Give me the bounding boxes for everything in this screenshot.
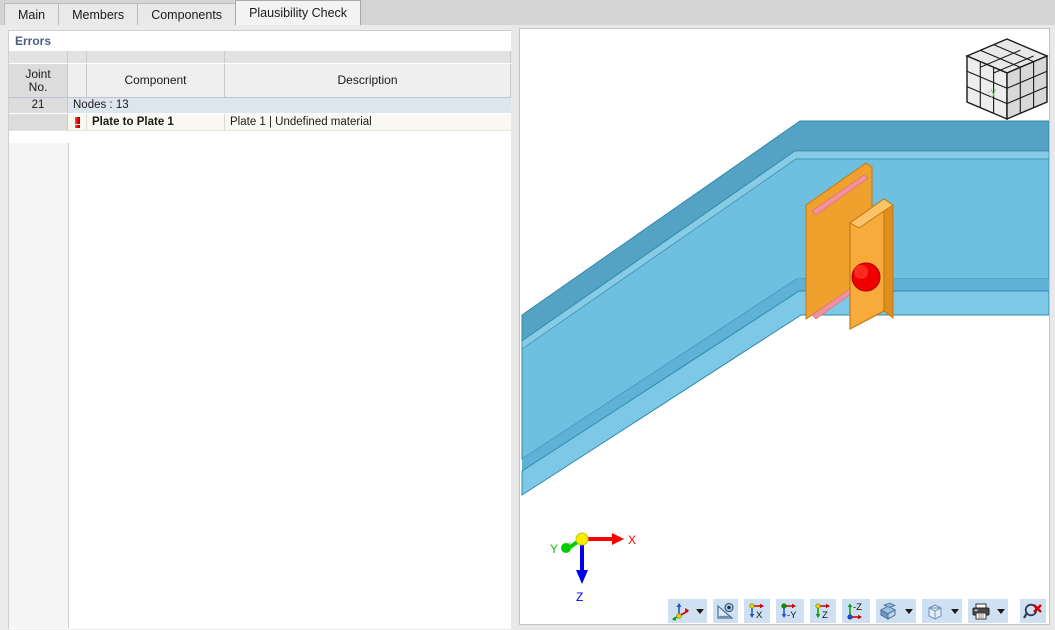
view-direction-x-button[interactable]: X: [744, 599, 770, 623]
axis-x-arrow: [612, 533, 624, 545]
zoom-reset-group: [1020, 599, 1046, 623]
column-header-joint-no-line1: Joint: [25, 66, 51, 81]
print-button[interactable]: [968, 599, 994, 623]
zoom-reset-icon: [1023, 603, 1042, 619]
node-error-marker-highlight: [854, 265, 868, 279]
column-header-joint-no-line2: No.: [28, 79, 48, 94]
resize-handle-description[interactable]: [225, 51, 511, 63]
view-angle-icon: [717, 602, 734, 619]
plate-edge-thickness: [883, 198, 894, 320]
model-viewport-3d[interactable]: -y X Y Z: [519, 28, 1050, 625]
svg-text:Z: Z: [822, 610, 828, 621]
steel-beam-model: [521, 120, 1049, 496]
errors-table: Joint No. Component Description 21 Nodes…: [8, 51, 511, 629]
print-dropdown-caret[interactable]: [994, 599, 1008, 623]
wireframe-button[interactable]: [922, 599, 948, 623]
column-header-icon[interactable]: [68, 64, 87, 97]
empty-joint-column-fill: [9, 143, 69, 628]
coordinate-system-dropdown-caret[interactable]: [693, 599, 707, 623]
print-icon: [972, 603, 990, 619]
view-angle-button[interactable]: [713, 599, 738, 623]
application-window: Main Members Components Plausibility Che…: [0, 0, 1055, 630]
resize-handle-joint[interactable]: [9, 51, 68, 63]
wireframe-dropdown-caret[interactable]: [948, 599, 962, 623]
view-toolbar: X -Y Z -Z: [668, 598, 1055, 624]
errors-section-title: Errors: [15, 34, 52, 48]
column-header-component[interactable]: Component: [87, 64, 225, 97]
axis-gizmo: X Y Z: [550, 532, 636, 604]
table-group-row[interactable]: 21 Nodes : 13: [9, 98, 511, 114]
print-group: [968, 599, 1008, 623]
svg-text:-Z: -Z: [853, 602, 862, 613]
render-mode-button[interactable]: [876, 599, 902, 623]
render-mode-icon: [879, 602, 897, 620]
view-direction-z-icon: Z: [815, 602, 830, 621]
view-direction-negy-group: -Y: [776, 599, 804, 623]
error-exclamation-icon: [73, 116, 82, 128]
axis-x-label: X: [628, 533, 636, 547]
errors-section-header: Errors: [8, 30, 511, 51]
column-header-joint-no[interactable]: Joint No.: [9, 64, 68, 97]
view-direction-negy-icon: -Y: [781, 602, 797, 621]
table-row[interactable]: Plate to Plate 1 Plate 1 | Undefined mat…: [9, 114, 511, 131]
tab-strip: Main Members Components Plausibility Che…: [0, 0, 1055, 25]
column-header-description[interactable]: Description: [225, 64, 511, 97]
svg-text:X: X: [756, 610, 763, 621]
row-status-cell: [68, 114, 87, 130]
axis-y-label: Y: [550, 542, 558, 556]
svg-text:-Y: -Y: [787, 610, 797, 621]
group-row-label: Nodes : 13: [73, 99, 129, 111]
view-direction-z-button[interactable]: Z: [810, 599, 836, 623]
nav-cube-face-label: -y: [987, 86, 997, 98]
wireframe-cube-icon: [928, 603, 942, 620]
view-angle-group: [713, 599, 738, 623]
view-direction-x-group: X: [744, 599, 770, 623]
view-direction-x-icon: X: [749, 602, 764, 621]
tab-members[interactable]: Members: [58, 3, 139, 25]
row-component: Plate to Plate 1: [87, 114, 225, 130]
resize-handle-component[interactable]: [87, 51, 225, 63]
row-description: Plate 1 | Undefined material: [230, 116, 372, 128]
view-direction-negz-group: -Z: [842, 599, 870, 623]
tab-bar: Main Members Components Plausibility Che…: [0, 0, 1055, 25]
axis-z-arrow: [576, 570, 588, 584]
axis-z-label: Z: [576, 590, 583, 604]
table-header-row: Joint No. Component Description: [9, 64, 511, 98]
render-mode-dropdown-caret[interactable]: [902, 599, 916, 623]
navigation-cube[interactable]: -y: [965, 38, 1049, 121]
tab-main[interactable]: Main: [4, 3, 60, 25]
zoom-reset-button[interactable]: [1020, 599, 1046, 623]
resize-handle-icon[interactable]: [68, 51, 87, 63]
render-mode-group: [876, 599, 916, 623]
axis-origin-marker: [575, 532, 589, 546]
view-direction-negz-icon: -Z: [847, 602, 862, 620]
coordinate-system-icon: [672, 602, 689, 620]
model-scene: -y X Y Z: [521, 38, 1049, 604]
group-row-joint-no: 21: [9, 98, 68, 113]
tab-components[interactable]: Components: [137, 3, 237, 25]
view-direction-z-group: Z: [810, 599, 836, 623]
wireframe-group: [922, 599, 962, 623]
coordinate-system-button[interactable]: [668, 599, 693, 623]
view-direction-negz-button[interactable]: -Z: [842, 599, 870, 623]
tab-plausibility-check[interactable]: Plausibility Check: [235, 0, 362, 25]
coordinate-system-group: [668, 599, 707, 623]
column-resize-strip: [9, 51, 511, 64]
view-direction-negy-button[interactable]: -Y: [776, 599, 804, 623]
row-joint-no: [9, 114, 68, 130]
errors-panel: Errors Joint No. Component Description 2…: [0, 25, 511, 630]
